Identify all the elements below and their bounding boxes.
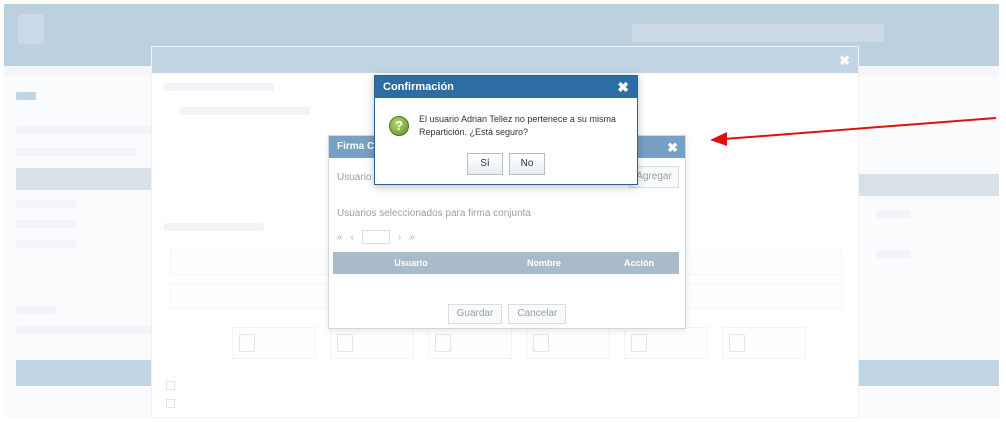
dialog-overlay [0, 0, 1006, 422]
yes-button[interactable]: Sí [467, 153, 503, 175]
confirm-message: El usuario Adrian Tellez no pertenece a … [419, 114, 616, 137]
confirm-buttons: Sí No [375, 153, 637, 175]
confirm-dialog: Confirmación ✖ ? El usuario Adrian Telle… [374, 75, 638, 185]
no-button[interactable]: No [509, 153, 545, 175]
question-icon: ? [389, 116, 409, 136]
close-icon[interactable]: ✖ [617, 79, 629, 95]
confirm-dialog-title: Confirmación [375, 76, 637, 98]
